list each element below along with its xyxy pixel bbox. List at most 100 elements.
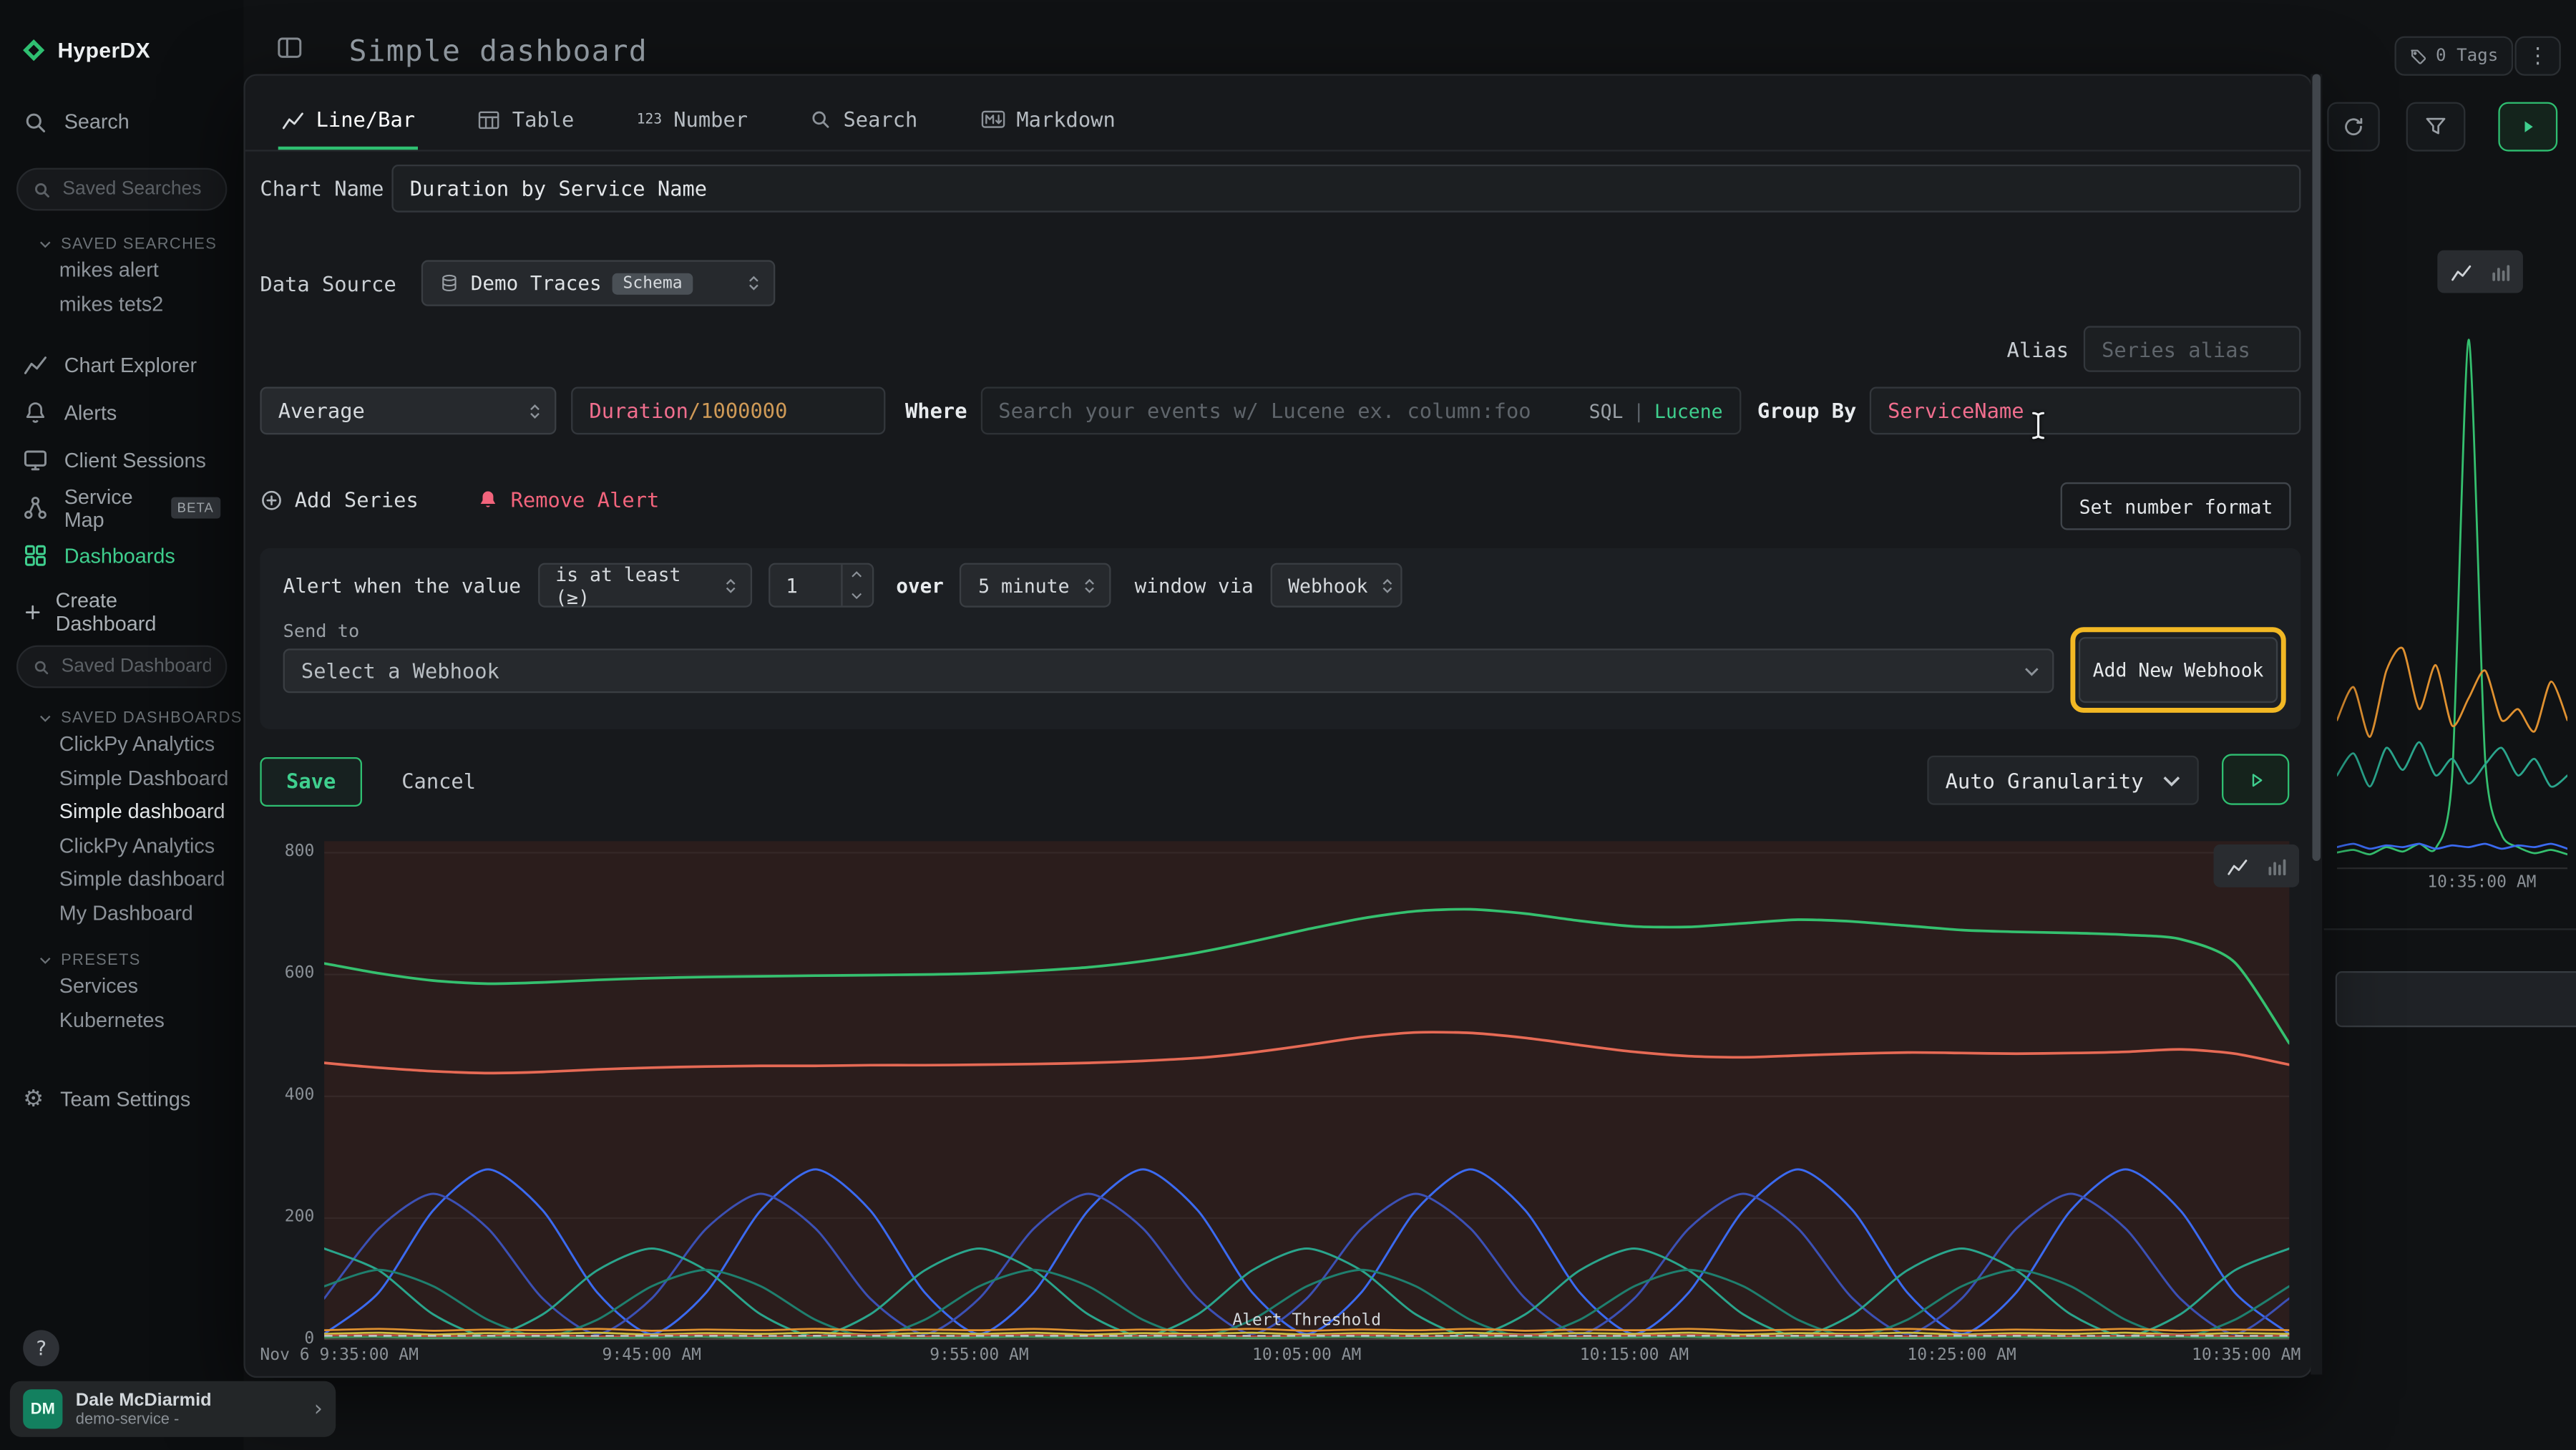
sidebar-item-search[interactable]: Search [0,102,243,142]
save-button[interactable]: Save [260,756,362,806]
tab-table[interactable]: Table [474,89,577,150]
saved-searches-search-input[interactable]: Saved Searches [16,168,227,211]
number-icon: 123 [637,111,662,127]
line-chart-icon [23,352,47,377]
tab-line-bar[interactable]: Line/Bar [278,89,419,150]
brand[interactable]: HyperDX [0,0,243,66]
alert-window-select[interactable]: 5 minute [960,563,1112,608]
background-chart-time-label: 10:35:00 AM [2383,874,2576,892]
where-input[interactable]: Search your events w/ Lucene ex. column:… [980,387,1741,435]
saved-search-item[interactable]: mikes alert [0,253,243,287]
data-source-value: Demo Traces [471,272,602,295]
sidebar-item-dashboards[interactable]: Dashboards [0,532,243,580]
tags-label: 0 Tags [2436,46,2498,66]
modal-scrollbar-thumb[interactable] [2313,74,2321,861]
chevron-down-icon [39,240,51,248]
select-chevrons-icon [1083,575,1096,595]
background-search-bar[interactable] [2336,971,2576,1027]
alert-threshold-input[interactable]: 1 [768,563,873,608]
saved-dashboard-item[interactable]: My Dashboard [0,896,243,930]
plus-circle-icon [260,488,283,511]
team-settings-item[interactable]: ⚙ Team Settings [0,1076,243,1122]
group-by-input[interactable]: ServiceName [1870,387,2301,435]
alert-condition-select[interactable]: is at least (≥) [537,563,751,608]
saved-search-item[interactable]: mikes tets2 [0,287,243,321]
user-menu[interactable]: DM Dale McDiarmid demo-service - › [10,1381,336,1437]
search-icon [810,109,831,130]
data-source-select[interactable]: Demo Traces Schema [421,260,775,306]
run-chart-button[interactable] [2222,754,2289,804]
line-chart-icon [2226,855,2248,877]
run-query-button[interactable] [2498,102,2557,152]
remove-alert-button[interactable]: Remove Alert [478,487,660,512]
sidebar-item-label: Search [64,110,130,133]
chevron-down-icon [39,955,51,964]
x-tick: Nov 6 9:35:00 AM [260,1346,419,1364]
dashboards-grid-icon [23,543,47,568]
line-chart-toggle[interactable] [2441,253,2480,290]
y-tick: 800 [245,843,315,863]
set-number-format-button[interactable]: Set number format [2061,482,2290,530]
add-new-webhook-button[interactable]: Add New Webhook [2079,637,2278,703]
alert-channel-select[interactable]: Webhook [1270,563,1402,608]
chevron-down-icon [39,714,51,722]
tab-number[interactable]: 123 Number [633,89,751,150]
stepper-down[interactable] [841,585,871,606]
more-menu-button[interactable]: ⋮ [2514,37,2560,76]
play-icon [2518,117,2538,137]
lucene-toggle[interactable]: Lucene [1654,399,1723,422]
select-chevrons-icon [1381,575,1394,595]
chart-type-tabs: Line/Bar Table 123 Number Search Markdow… [245,89,2311,151]
help-button[interactable]: ? [23,1330,59,1366]
tab-markdown[interactable]: Markdown [977,89,1118,150]
alias-input[interactable]: Series alias [2084,326,2301,371]
saved-dashboards-header[interactable]: SAVED DASHBOARDS [39,708,243,728]
duration-line-chart [324,841,2289,1340]
field-secondary: /1000000 [688,399,788,424]
bar-chart-toggle[interactable] [2480,253,2519,290]
line-chart-toggle[interactable] [2217,848,2256,885]
sidebar-item-client-sessions[interactable]: Client Sessions [0,437,243,485]
alert-condition-row: Alert when the value is at least (≥) 1 o… [283,563,1402,608]
cancel-button[interactable]: Cancel [401,769,476,794]
stepper-up[interactable] [841,565,871,585]
sql-toggle[interactable]: SQL [1589,399,1624,422]
field-input[interactable]: Duration/1000000 [571,387,885,435]
sidebar-collapse-button[interactable] [276,34,303,61]
add-series-button[interactable]: Add Series [260,487,418,512]
highlight-annotation: Add New Webhook [2070,627,2285,713]
sidebar-item-service-map[interactable]: Service Map BETA [0,484,243,532]
avatar: DM [23,1389,62,1429]
saved-dashboard-item-active[interactable]: Simple dashboard [0,795,243,829]
filter-button[interactable] [2406,102,2466,152]
chart-name-value: Duration by Service Name [410,176,707,201]
saved-searches-header[interactable]: SAVED SEARCHES [39,234,243,254]
chart-name-input[interactable]: Duration by Service Name [391,165,2301,213]
saved-dashboard-item[interactable]: Simple dashboard [0,862,243,896]
sidebar-item-alerts[interactable]: Alerts [0,389,243,437]
refresh-button[interactable] [2327,102,2380,152]
preset-item[interactable]: Services [0,970,243,1003]
alias-row: Alias Series alias [2007,326,2301,371]
tab-search[interactable]: Search [807,89,921,150]
viewport: HyperDX Search Saved Searches SAVED SEAR… [0,0,2576,1450]
create-dashboard-button[interactable]: Create Dashboard [0,593,243,632]
saved-dashboard-item[interactable]: Simple Dashboard [0,762,243,795]
saved-dashboard-item[interactable]: ClickPy Analytics [0,829,243,862]
aggregation-value: Average [278,399,365,424]
aggregation-select[interactable]: Average [260,387,556,435]
granularity-select[interactable]: Auto Granularity [1927,756,2199,805]
saved-dashboards-search-input[interactable]: Saved Dashboards [16,646,227,688]
saved-dashboard-item[interactable]: ClickPy Analytics [0,728,243,762]
y-tick: 400 [245,1086,315,1106]
bar-chart-toggle[interactable] [2256,848,2296,885]
refresh-icon [2342,115,2365,138]
modal-footer-row: Save Cancel Auto Granularity [260,756,2301,807]
sidebar-item-chart-explorer[interactable]: Chart Explorer [0,341,243,389]
webhook-select[interactable]: Select a Webhook [283,648,2054,693]
preset-item[interactable]: Kubernetes [0,1003,243,1037]
tags-button[interactable]: 0 Tags [2395,37,2513,76]
presets-header[interactable]: PRESETS [39,950,243,970]
lang-divider: | [1633,399,1644,422]
where-label: Where [905,399,967,424]
